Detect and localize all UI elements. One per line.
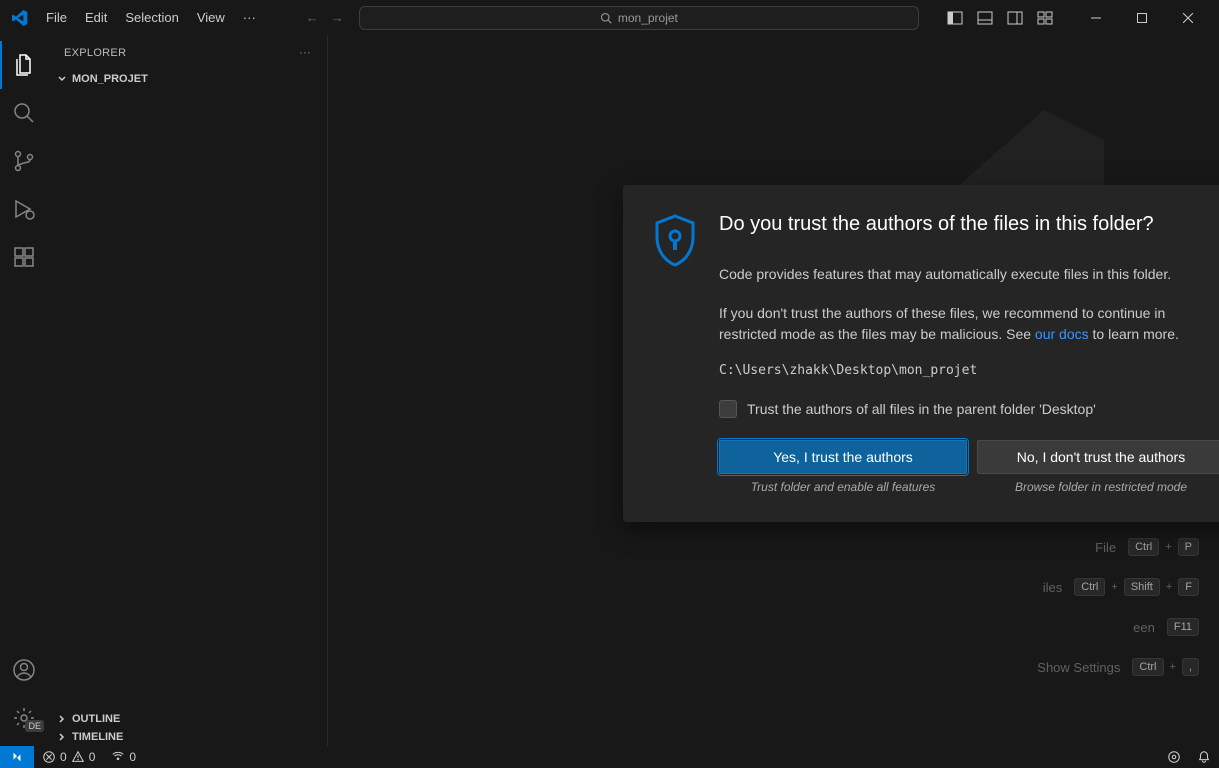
broadcast-icon (1167, 750, 1181, 764)
trust-no-subtitle: Browse folder in restricted mode (977, 480, 1219, 494)
checkbox-label: Trust the authors of all files in the pa… (747, 401, 1096, 417)
activity-debug[interactable] (0, 185, 48, 233)
warning-icon (71, 750, 85, 764)
status-problems[interactable]: 0 0 (34, 750, 103, 764)
timeline-section[interactable]: TIMELINE (48, 728, 327, 746)
menu-file[interactable]: File (38, 6, 75, 29)
dialog-title: Do you trust the authors of the files in… (719, 213, 1219, 236)
window-maximize[interactable] (1119, 0, 1165, 35)
account-icon (12, 658, 36, 682)
menu-selection[interactable]: Selection (117, 6, 186, 29)
window-minimize[interactable] (1073, 0, 1119, 35)
warning-count: 0 (89, 750, 96, 764)
remote-indicator[interactable] (0, 746, 34, 768)
extensions-icon (12, 245, 36, 269)
trust-no-button[interactable]: No, I don't trust the authors (977, 440, 1219, 474)
chevron-right-icon (56, 731, 68, 743)
files-icon (12, 53, 36, 77)
titlebar: File Edit Selection View ··· ← → mon_pro… (0, 0, 1219, 35)
status-notifications[interactable] (1189, 750, 1219, 764)
chevron-down-icon (56, 73, 68, 85)
menu-overflow[interactable]: ··· (235, 6, 264, 29)
bell-icon (1197, 750, 1211, 764)
sidebar-title: EXPLORER (64, 47, 126, 59)
activity-bar: DE (0, 35, 48, 746)
error-count: 0 (60, 750, 67, 764)
command-center-text: mon_projet (618, 11, 678, 25)
error-icon (42, 750, 56, 764)
language-badge: DE (25, 720, 44, 732)
docs-link[interactable]: our docs (1035, 326, 1089, 342)
activity-search[interactable] (0, 89, 48, 137)
radio-icon (111, 750, 125, 764)
activity-extensions[interactable] (0, 233, 48, 281)
nav-forward-icon[interactable]: → (331, 10, 344, 25)
command-center[interactable]: mon_projet (359, 6, 919, 30)
status-bar: 0 0 0 (0, 746, 1219, 768)
play-icon (12, 197, 36, 221)
port-count: 0 (129, 750, 136, 764)
trust-yes-subtitle: Trust folder and enable all features (719, 480, 967, 494)
folder-name: MON_PROJET (72, 73, 148, 85)
layout-secondary-icon[interactable] (1007, 10, 1023, 26)
sidebar: EXPLORER ··· MON_PROJET OUTLINE TIMELINE (48, 35, 328, 746)
shield-icon (651, 213, 699, 269)
activity-explorer[interactable] (0, 41, 48, 89)
menu-view[interactable]: View (189, 6, 233, 29)
trust-yes-button[interactable]: Yes, I trust the authors (719, 440, 967, 474)
layout-primary-icon[interactable] (947, 10, 963, 26)
trust-parent-checkbox[interactable] (719, 400, 737, 418)
activity-accounts[interactable] (0, 646, 48, 694)
activity-scm[interactable] (0, 137, 48, 185)
window-close[interactable] (1165, 0, 1211, 35)
status-ports[interactable]: 0 (103, 750, 144, 764)
search-icon (600, 12, 612, 24)
layout-panel-icon[interactable] (977, 10, 993, 26)
remote-icon (10, 750, 24, 764)
folder-root[interactable]: MON_PROJET (48, 70, 327, 88)
search-icon (12, 101, 36, 125)
outline-label: OUTLINE (72, 713, 120, 725)
timeline-label: TIMELINE (72, 731, 123, 743)
vscode-logo-icon (12, 10, 28, 26)
dialog-checkbox-row: Trust the authors of all files in the pa… (719, 400, 1219, 418)
menu-edit[interactable]: Edit (77, 6, 115, 29)
branch-icon (12, 149, 36, 173)
trust-dialog: Do you trust the authors of the files in… (623, 185, 1219, 522)
chevron-right-icon (56, 713, 68, 725)
dialog-text-2: If you don't trust the authors of these … (719, 303, 1219, 345)
dialog-text-1: Code provides features that may automati… (719, 264, 1219, 285)
activity-manage[interactable]: DE (0, 694, 48, 742)
sidebar-more-icon[interactable]: ··· (299, 47, 311, 59)
outline-section[interactable]: OUTLINE (48, 710, 327, 728)
nav-back-icon[interactable]: ← (306, 10, 319, 25)
editor-area: Show All Commands nds Ctrl + Shift + P F… (328, 35, 1219, 746)
dialog-path: C:\Users\zhakk\Desktop\mon_projet (719, 363, 1219, 378)
status-feedback[interactable] (1159, 750, 1189, 764)
sidebar-header: EXPLORER ··· (48, 35, 327, 70)
layout-customize-icon[interactable] (1037, 10, 1053, 26)
